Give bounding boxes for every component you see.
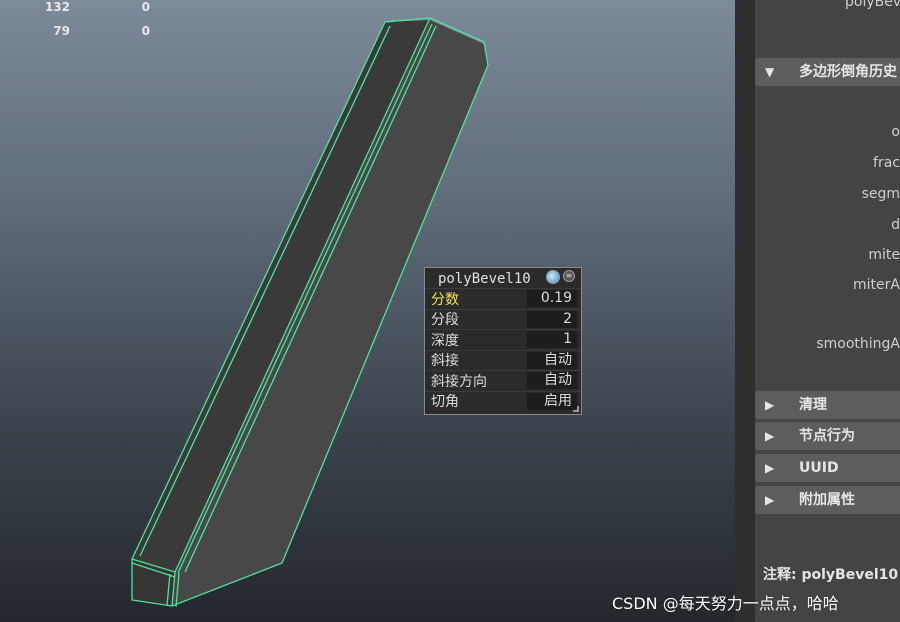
popup-row-label: 切角 (431, 394, 459, 411)
popup-row-label: 斜接方向 (431, 373, 487, 390)
attribute-label: d (891, 217, 900, 233)
section-extra-attributes[interactable]: ▶ 附加属性 (755, 486, 900, 514)
attribute-label: mite (868, 247, 900, 263)
popup-row-value[interactable]: 自动 (527, 372, 577, 390)
chevron-right-icon: ▶ (765, 493, 775, 507)
popup-row-miter-along[interactable]: 斜接方向 自动 (425, 370, 581, 391)
popup-row-mitering[interactable]: 斜接 自动 (425, 349, 581, 371)
popup-row-depth[interactable]: 深度 1 (425, 329, 581, 350)
chevron-right-icon: ▶ (765, 398, 775, 412)
section-title: 清理 (799, 397, 827, 413)
panel-divider[interactable] (735, 0, 755, 622)
popup-row-fraction[interactable]: 分数 0.19 (425, 288, 581, 309)
popup-row-value[interactable]: 2 (527, 310, 577, 328)
section-title: UUID (799, 460, 839, 476)
attribute-label: frac (873, 155, 900, 171)
popup-row-label: 分段 (431, 312, 459, 329)
attribute-label: segm (861, 186, 900, 202)
chevron-down-icon: ▼ (765, 65, 775, 79)
3d-viewport[interactable]: 132 0 79 0 polyBevel10 ≡ 分数 0.19 分段 2 深度… (0, 0, 735, 622)
attribute-editor: polyBevel ▼ 多边形倒角历史 o frac segm d mite m… (755, 0, 900, 622)
channel-box-popup[interactable]: polyBevel10 ≡ 分数 0.19 分段 2 深度 1 斜接 自动 斜接… (424, 267, 582, 415)
section-title: 多边形倒角历史 (799, 64, 897, 80)
menu-icon[interactable]: ≡ (563, 270, 575, 282)
popup-row-value[interactable]: 启用 (527, 392, 577, 410)
chevron-right-icon: ▶ (765, 429, 775, 443)
watermark: CSDN @每天努力一点点，哈哈 (612, 594, 839, 613)
attribute-label: miterA (853, 277, 900, 293)
popup-row-label: 斜接 (431, 353, 459, 370)
section-cleanup[interactable]: ▶ 清理 (755, 391, 900, 419)
popup-row-label: 深度 (431, 332, 459, 349)
section-node-behavior[interactable]: ▶ 节点行为 (755, 422, 900, 450)
resize-grip-icon[interactable] (573, 406, 579, 412)
attribute-label: smoothingA (816, 336, 900, 352)
popup-row-value[interactable]: 1 (527, 331, 577, 349)
node-icon[interactable] (546, 270, 560, 284)
section-uuid[interactable]: ▶ UUID (755, 454, 900, 482)
attribute-label: o (891, 124, 900, 140)
popup-row-chamfer[interactable]: 切角 启用 (425, 390, 581, 412)
popup-row-value[interactable]: 0.19 (527, 290, 577, 308)
beveled-mesh[interactable] (0, 0, 735, 622)
section-bevel-history[interactable]: ▼ 多边形倒角历史 (755, 58, 900, 86)
popup-row-segments[interactable]: 分段 2 (425, 308, 581, 330)
section-title: 附加属性 (799, 492, 855, 508)
notes-label: 注释: polyBevel10 (763, 567, 899, 583)
attribute-label: polyBevel (845, 0, 900, 10)
popup-row-label: 分数 (431, 291, 459, 308)
section-title: 节点行为 (799, 428, 855, 444)
popup-row-value[interactable]: 自动 (527, 351, 577, 369)
chevron-right-icon: ▶ (765, 461, 775, 475)
